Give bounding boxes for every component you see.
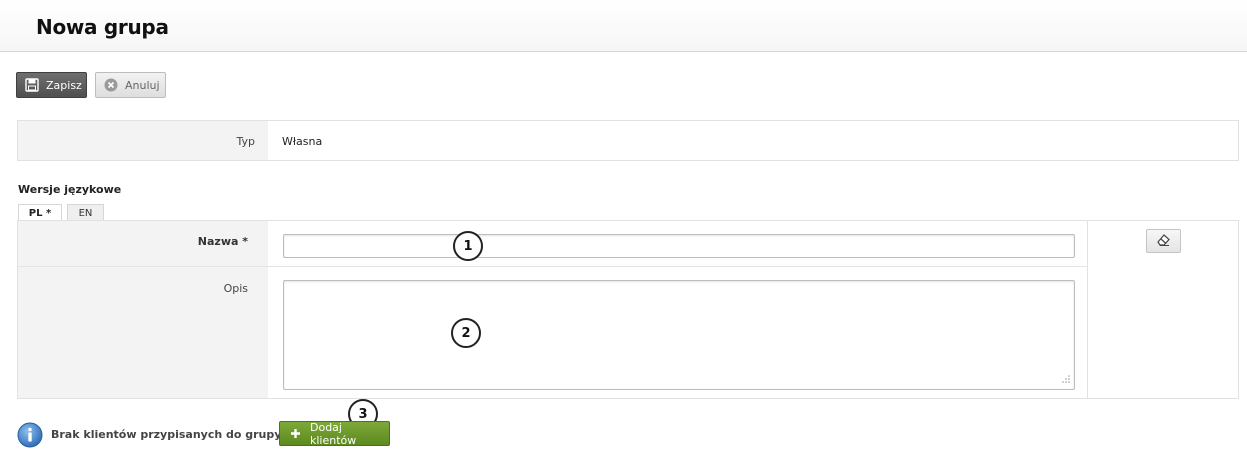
language-versions-title: Wersje językowe — [18, 183, 122, 196]
add-clients-label: Dodaj klientów — [310, 420, 357, 447]
resize-handle-icon[interactable] — [1060, 373, 1070, 386]
eraser-icon — [1156, 233, 1172, 250]
type-label-cell: Typ — [18, 121, 268, 160]
column-divider — [1087, 221, 1088, 398]
save-button-label: Zapisz — [46, 78, 82, 92]
plus-icon — [290, 428, 301, 439]
page-title: Nowa grupa — [36, 15, 169, 39]
cancel-button-label: Anuluj — [125, 78, 160, 92]
info-icon — [17, 422, 43, 451]
clear-button[interactable] — [1146, 229, 1181, 253]
save-button[interactable]: Zapisz — [16, 72, 87, 98]
description-textarea[interactable] — [283, 280, 1075, 390]
type-value: Własna — [282, 135, 323, 148]
row-divider — [18, 266, 1087, 267]
cancel-button[interactable]: Anuluj — [95, 72, 166, 98]
language-fields-panel: Nazwa * Opis — [17, 220, 1239, 399]
no-clients-message: Brak klientów przypisanych do grupy — [51, 428, 282, 441]
floppy-disk-icon — [25, 78, 39, 92]
description-label: Opis — [223, 282, 248, 295]
callout-1: 1 — [453, 231, 483, 261]
type-label: Typ — [236, 135, 256, 148]
close-circle-icon — [104, 78, 118, 92]
name-input[interactable] — [283, 234, 1075, 258]
add-clients-button[interactable]: Dodaj klientów — [279, 420, 390, 447]
name-label: Nazwa * — [197, 235, 248, 248]
tab-en[interactable]: EN — [67, 204, 104, 221]
callout-2: 2 — [451, 318, 481, 348]
type-row: Typ Własna — [17, 120, 1239, 161]
page-header: Nowa grupa — [0, 0, 1247, 52]
